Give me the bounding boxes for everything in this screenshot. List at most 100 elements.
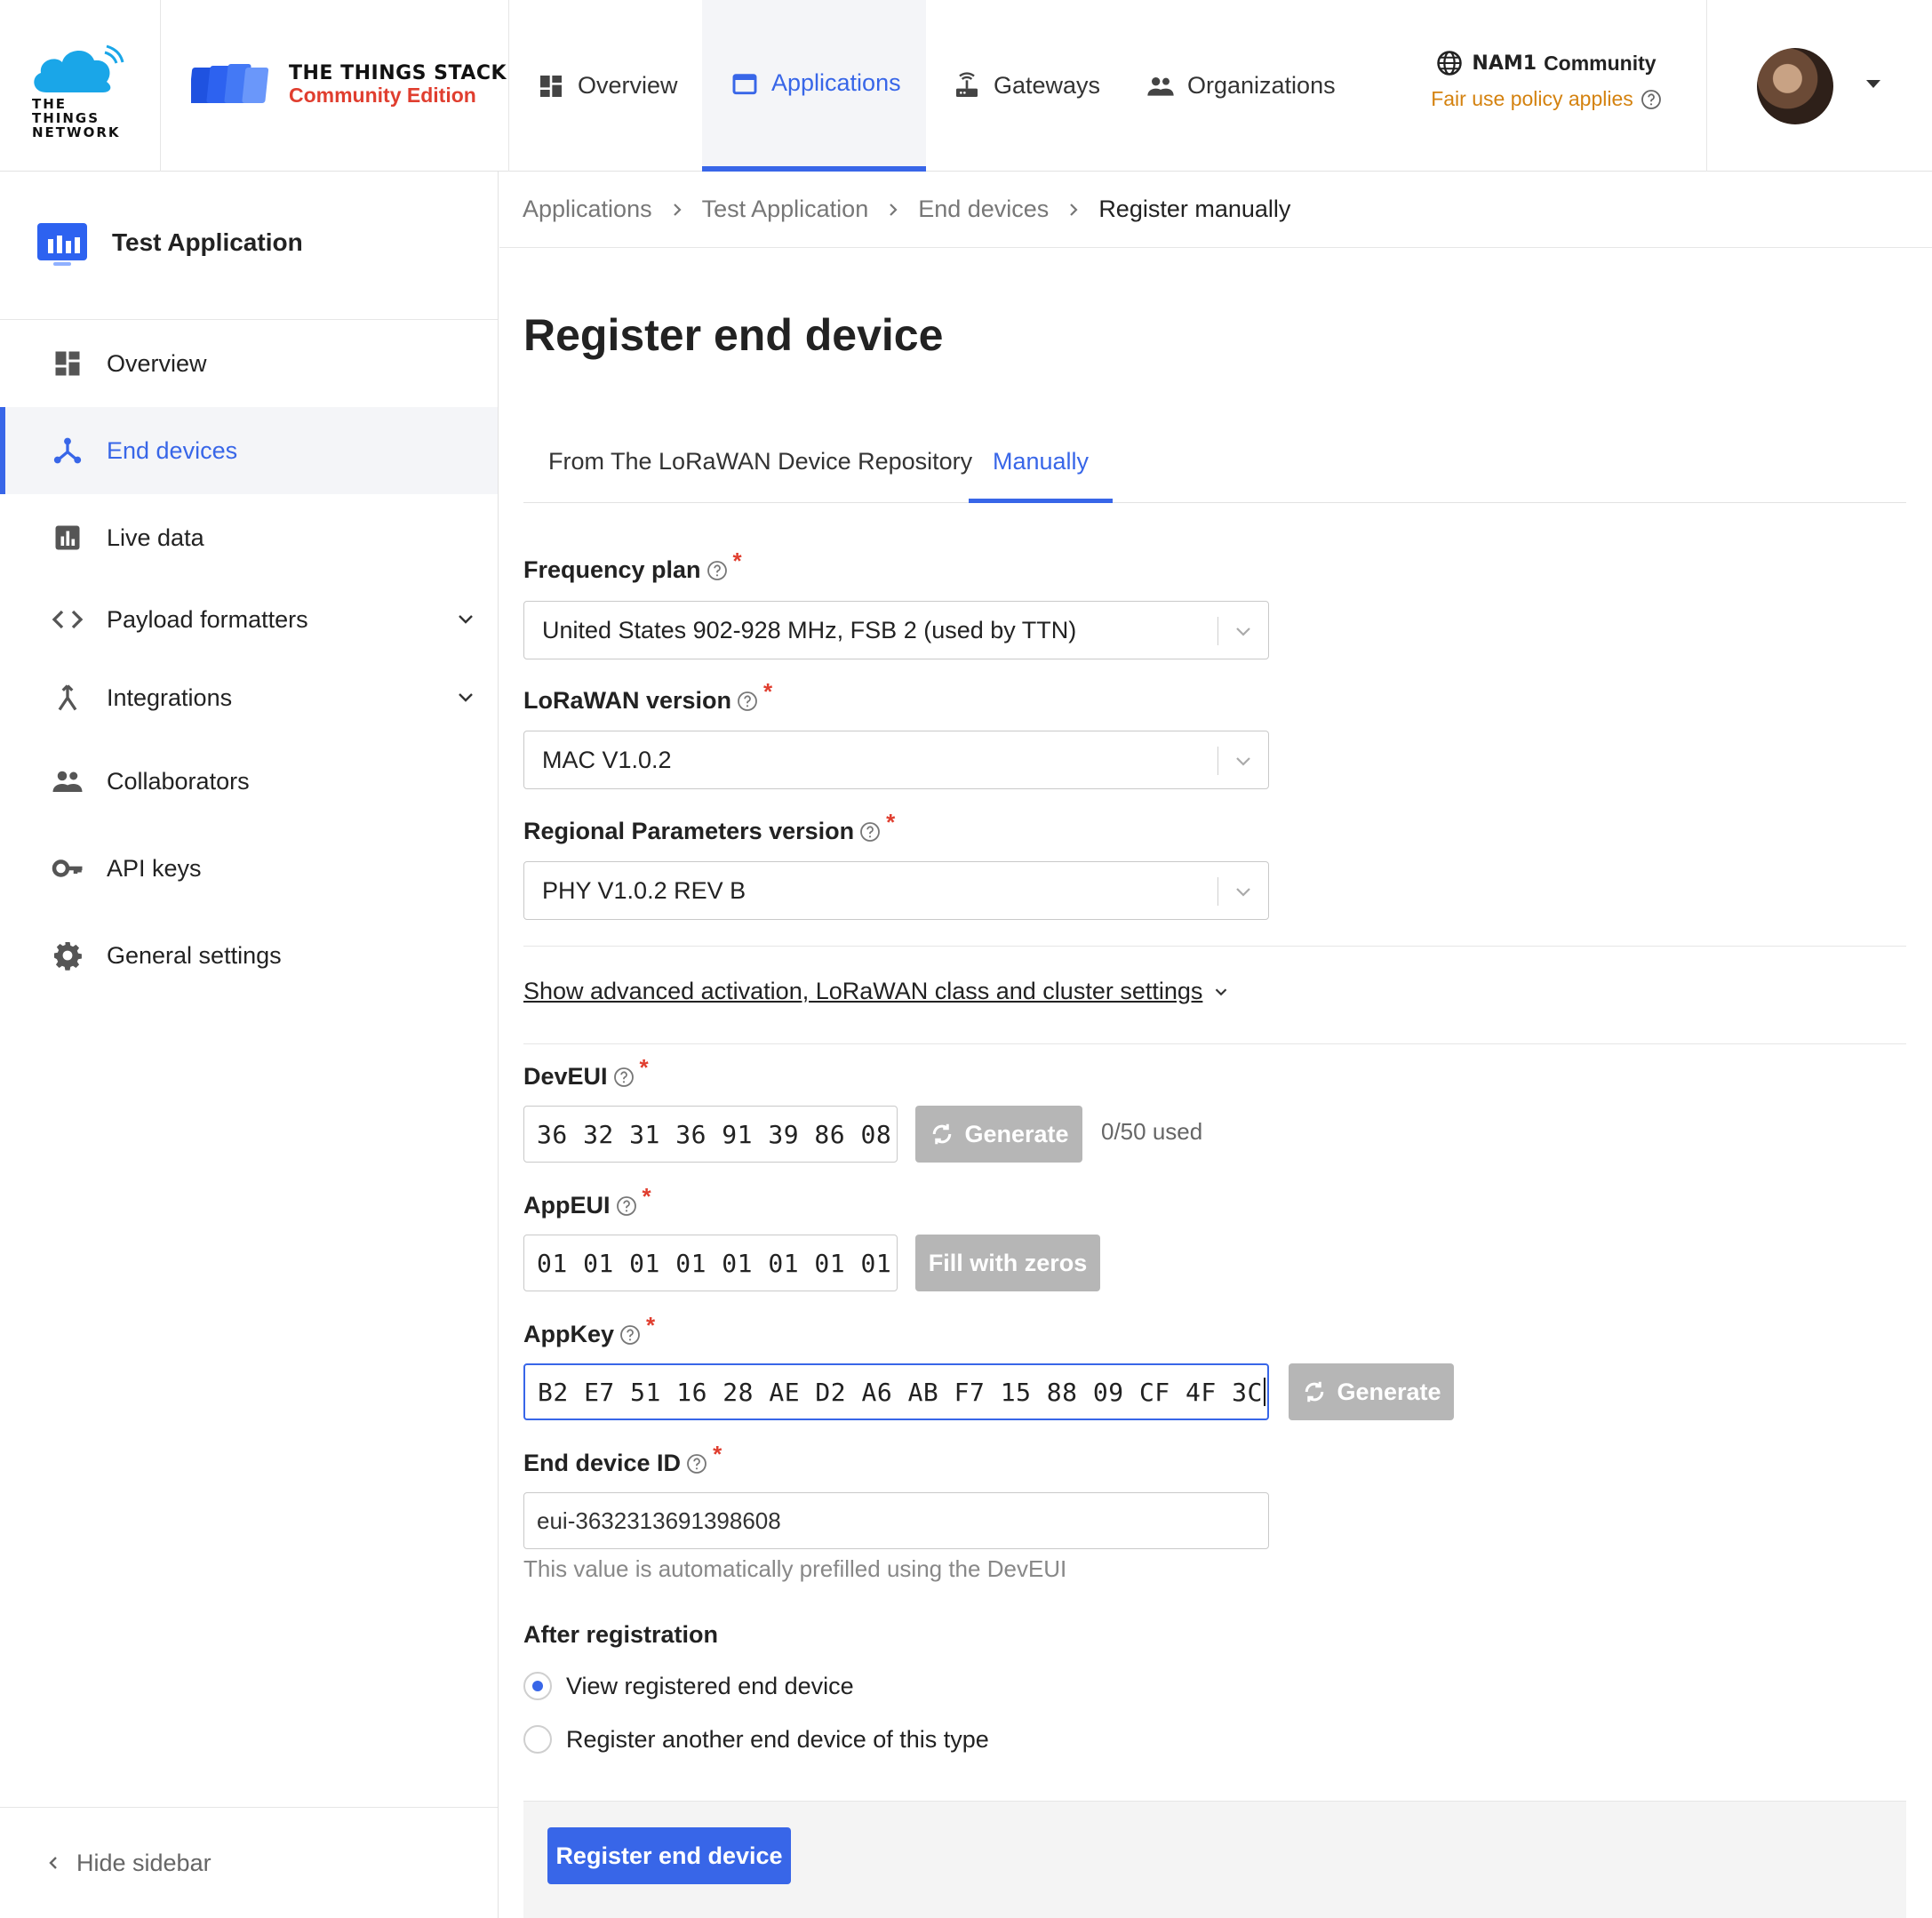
sidebar-item-api-keys[interactable]: API keys <box>0 825 498 912</box>
advanced-settings-toggle[interactable]: Show advanced activation, LoRaWAN class … <box>523 978 1231 1005</box>
stack-cards-icon <box>191 64 269 103</box>
frequency-plan-select[interactable]: United States 902-928 MHz, FSB 2 (used b… <box>523 601 1269 659</box>
header-divider <box>508 0 509 172</box>
breadcrumb-register-manually: Register manually <box>1098 196 1291 222</box>
end-device-id-input[interactable]: eui-3632313691398608 <box>523 1492 1269 1549</box>
radio-view-registered-label: View registered end device <box>566 1672 854 1699</box>
radio-button-checked[interactable] <box>523 1672 552 1700</box>
regional-params-label: Regional Parameters version * <box>523 809 895 845</box>
sidebar-item-collaborators[interactable]: Collaborators <box>0 738 498 825</box>
radio-view-registered[interactable]: View registered end device <box>523 1672 854 1700</box>
application-icon <box>37 223 87 266</box>
help-circle-icon[interactable] <box>859 821 881 843</box>
tab-device-repository[interactable]: From The LoRaWAN Device Repository <box>548 436 972 503</box>
sidebar: Test Application Overview End devices Li… <box>0 172 499 1918</box>
chevron-down-icon[interactable] <box>1233 620 1254 642</box>
lorawan-version-select[interactable]: MAC V1.0.2 <box>523 731 1269 789</box>
help-circle-icon[interactable] <box>613 1067 635 1088</box>
select-divider <box>1217 747 1218 775</box>
dashboard-icon <box>540 75 562 97</box>
after-registration-title: After registration <box>523 1621 719 1648</box>
end-device-id-label: End device ID * <box>523 1441 722 1477</box>
ttn-logo[interactable]: THE THINGS NETWORK <box>28 41 133 140</box>
regional-params-select[interactable]: PHY V1.0.2 REV B <box>523 861 1269 920</box>
sidebar-item-label: Collaborators <box>107 767 250 795</box>
deveui-label-text: DevEUI <box>523 1063 608 1090</box>
deveui-generate-label: Generate <box>964 1120 1069 1147</box>
chevron-down-icon[interactable] <box>1233 750 1254 771</box>
page-title: Register end device <box>523 310 944 360</box>
required-asterisk: * <box>646 1312 656 1339</box>
bar-chart-icon <box>55 525 80 550</box>
top-header: THE THINGS NETWORK THE THINGS STACK Comm… <box>0 0 1932 172</box>
hide-sidebar-button[interactable]: Hide sidebar <box>0 1807 498 1918</box>
stack-logo-subtitle: Community Edition <box>289 84 476 107</box>
nav-organizations[interactable]: Organizations <box>1146 0 1336 172</box>
nav-applications[interactable]: Applications <box>702 0 926 172</box>
appkey-generate-button[interactable]: Generate <box>1289 1363 1454 1420</box>
select-divider <box>1217 617 1218 645</box>
end-device-id-hint: This value is automatically prefilled us… <box>523 1555 1067 1582</box>
chevron-down-icon[interactable] <box>455 686 476 707</box>
nav-applications-label: Applications <box>771 69 901 96</box>
nav-gateways[interactable]: Gateways <box>953 0 1100 172</box>
chevron-right-icon <box>1070 203 1078 216</box>
sidebar-item-integrations[interactable]: Integrations <box>0 654 498 741</box>
help-circle-icon[interactable] <box>616 1195 637 1217</box>
radio-register-another[interactable]: Register another end device of this type <box>523 1725 989 1754</box>
required-asterisk: * <box>639 1054 649 1081</box>
sidebar-item-end-devices[interactable]: End devices <box>0 407 498 494</box>
fill-with-zeros-button[interactable]: Fill with zeros <box>915 1235 1100 1291</box>
sidebar-item-live-data[interactable]: Live data <box>0 494 498 581</box>
appkey-input[interactable]: B2 E7 51 16 28 AE D2 A6 AB F7 15 88 09 C… <box>523 1363 1269 1420</box>
nav-overview-label: Overview <box>578 72 678 99</box>
breadcrumb-applications[interactable]: Applications <box>523 196 652 223</box>
cloud-logo-icon <box>34 44 124 92</box>
frequency-plan-value: United States 902-928 MHz, FSB 2 (used b… <box>542 616 1077 643</box>
chevron-down-icon[interactable] <box>455 608 476 629</box>
end-device-id-value: eui-3632313691398608 <box>537 1506 781 1534</box>
required-asterisk: * <box>763 678 773 705</box>
text-cursor <box>1263 1378 1265 1406</box>
nav-overview[interactable]: Overview <box>537 0 678 172</box>
breadcrumb-end-devices[interactable]: End devices <box>918 196 1049 223</box>
help-circle-icon[interactable] <box>707 560 728 581</box>
sidebar-item-overview[interactable]: Overview <box>0 320 498 407</box>
sidebar-app-header: Test Application <box>0 172 498 320</box>
deveui-generate-button[interactable]: Generate <box>915 1106 1082 1163</box>
radio-register-another-label: Register another end device of this type <box>566 1725 989 1753</box>
chevron-down-icon[interactable] <box>1233 881 1254 902</box>
help-circle-icon[interactable] <box>737 691 758 712</box>
refresh-icon <box>933 1123 952 1145</box>
cluster-indicator[interactable]: NAM1 Community Fair use policy applies <box>1422 50 1671 130</box>
stack-logo-title: THE THINGS STACK <box>289 62 507 84</box>
user-menu-caret-icon[interactable] <box>1866 80 1880 88</box>
frequency-plan-label-text: Frequency plan <box>523 556 701 583</box>
device-network-icon <box>53 437 82 464</box>
header-divider <box>160 0 161 172</box>
sidebar-item-payload-formatters[interactable]: Payload formatters <box>0 576 498 663</box>
breadcrumb-test-application[interactable]: Test Application <box>702 196 869 223</box>
radio-button[interactable] <box>523 1725 552 1754</box>
gateway-router-icon <box>956 71 978 97</box>
nav-gateways-label: Gateways <box>994 72 1101 99</box>
sidebar-item-label: Live data <box>107 523 204 551</box>
register-end-device-button[interactable]: Register end device <box>547 1827 791 1884</box>
required-asterisk: * <box>642 1183 651 1210</box>
help-circle-icon <box>1641 89 1661 109</box>
appeui-label: AppEUI * <box>523 1183 651 1219</box>
required-asterisk: * <box>886 809 896 835</box>
help-circle-icon[interactable] <box>686 1453 707 1474</box>
chevron-down-icon <box>1216 987 1227 995</box>
cluster-id: NAM1 <box>1472 52 1537 75</box>
submit-bar: Register end device <box>523 1801 1906 1918</box>
fair-use-link[interactable]: Fair use policy applies <box>1422 87 1671 111</box>
deveui-input[interactable]: 36 32 31 36 91 39 86 08 <box>523 1106 898 1163</box>
the-things-stack-logo[interactable]: THE THINGS STACK Community Edition <box>191 60 507 114</box>
sidebar-item-label: General settings <box>107 941 282 969</box>
help-circle-icon[interactable] <box>619 1324 641 1346</box>
appeui-input[interactable]: 01 01 01 01 01 01 01 01 <box>523 1235 898 1291</box>
tab-manually[interactable]: Manually <box>969 436 1113 503</box>
sidebar-item-general-settings[interactable]: General settings <box>0 912 498 999</box>
user-avatar[interactable] <box>1757 48 1833 124</box>
